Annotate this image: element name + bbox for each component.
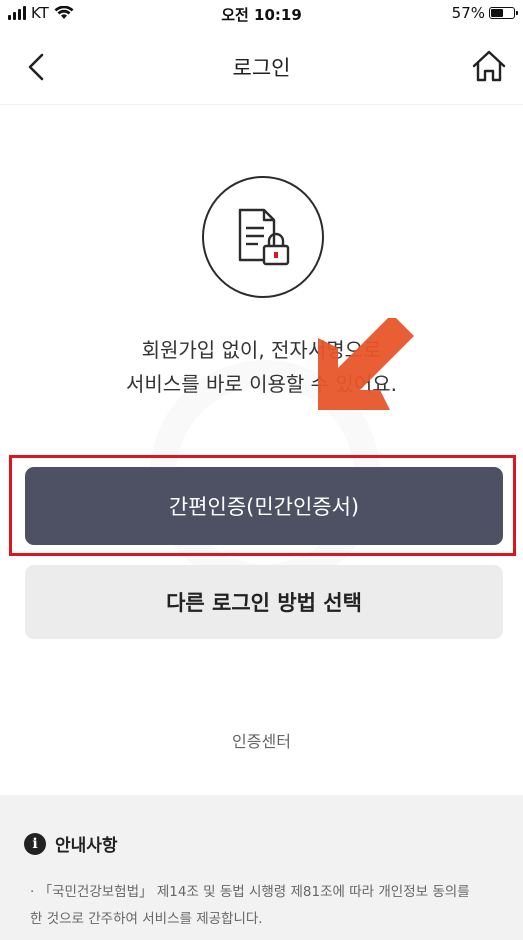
notice-text-line-1: · 「국민건강보험법」 제14조 및 동법 시행령 제81조에 따라 개인정보 … [30, 884, 470, 900]
description-line-1: 회원가입 없이, 전자서명으로 [141, 338, 382, 362]
status-right: 57% [451, 4, 518, 22]
cert-center-container: 인증센터 [0, 728, 523, 752]
other-login-button[interactable]: 다른 로그인 방법 선택 [25, 565, 503, 639]
info-icon: i [24, 832, 46, 855]
battery-fill [491, 9, 503, 17]
battery-percent: 57% [451, 4, 485, 22]
home-button[interactable] [469, 46, 509, 86]
notice-header: i 안내사항 [24, 831, 118, 856]
nav-bar: 로그인 [0, 30, 523, 105]
battery-icon [489, 7, 518, 19]
page-title: 로그인 [232, 56, 291, 80]
home-icon [472, 50, 506, 82]
status-time: 오전 10:19 [221, 6, 302, 24]
notice-title: 안내사항 [55, 836, 118, 856]
notice-section: i 안내사항 · 「국민건강보험법」 제14조 및 동법 시행령 제81조에 따… [0, 795, 523, 940]
notice-text: · 「국민건강보험법」 제14조 및 동법 시행령 제81조에 따라 개인정보 … [30, 879, 510, 933]
cert-center-link[interactable]: 인증센터 [232, 732, 291, 751]
notice-text-line-2: 한 것으로 간주하여 서비스를 제공합니다. [30, 911, 263, 927]
status-bar: KT 오전 10:19 57% [0, 0, 523, 30]
arrow-icon [318, 318, 414, 410]
simple-auth-button[interactable]: 간편인증(민간인증서) [25, 467, 503, 545]
description-line-2: 서비스를 바로 이용할 수 있어요. [126, 372, 397, 396]
document-lock-icon [202, 176, 324, 298]
